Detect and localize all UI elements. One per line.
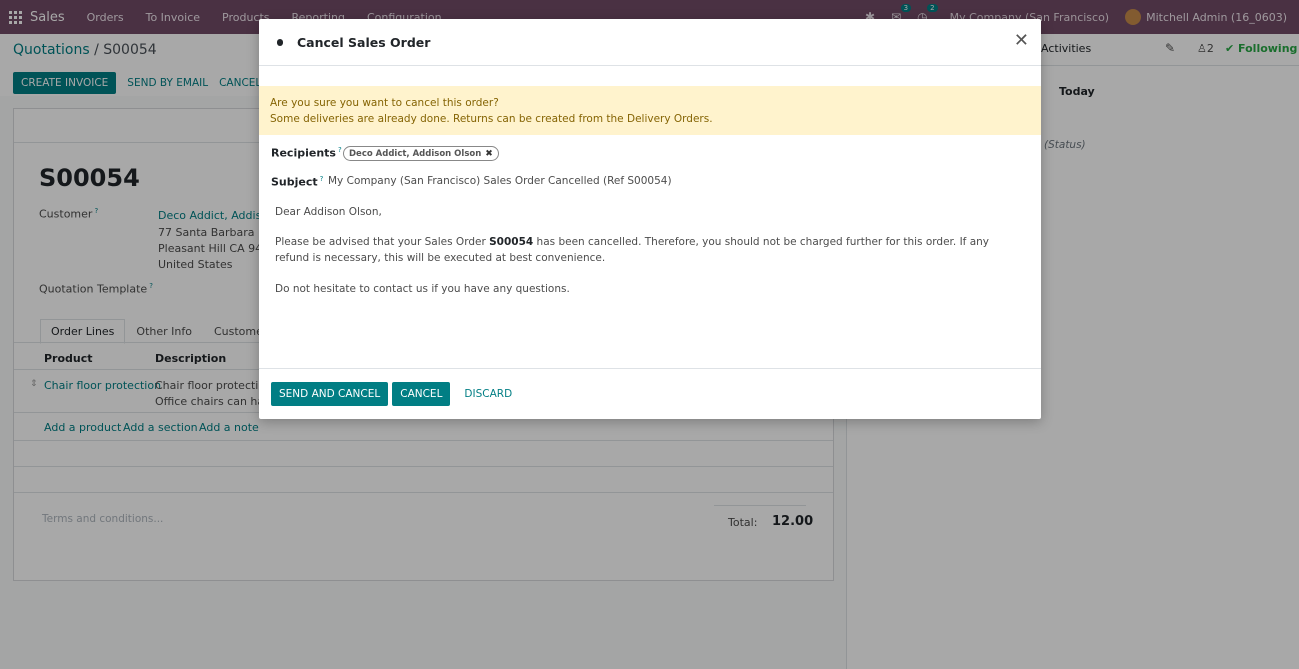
cancel-button[interactable]: Cancel bbox=[392, 382, 451, 406]
email-body[interactable]: Please be advised that your Sales Order … bbox=[275, 234, 1025, 266]
bug-icon[interactable] bbox=[275, 37, 285, 47]
alert-line-1: Are you sure you want to cancel this ord… bbox=[270, 97, 499, 109]
modal-footer: Send and Cancel Cancel Discard bbox=[259, 368, 1041, 419]
warning-alert: Are you sure you want to cancel this ord… bbox=[259, 86, 1041, 135]
send-and-cancel-button[interactable]: Send and Cancel bbox=[271, 382, 389, 406]
modal-header: Cancel Sales Order ✕ bbox=[259, 19, 1041, 66]
subject-label: Subject? bbox=[271, 175, 324, 189]
discard-button[interactable]: Discard bbox=[464, 388, 512, 400]
alert-line-2: Some deliveries are already done. Return… bbox=[270, 113, 713, 125]
close-icon[interactable]: ✕ bbox=[1014, 32, 1029, 50]
email-greeting[interactable]: Dear Addison Olson, bbox=[275, 204, 1025, 220]
recipient-tag[interactable]: Deco Addict, Addison Olson ✖ bbox=[343, 146, 499, 161]
modal-title: Cancel Sales Order bbox=[297, 34, 431, 50]
subject-field[interactable]: My Company (San Francisco) Sales Order C… bbox=[328, 175, 672, 187]
email-closing[interactable]: Do not hesitate to contact us if you hav… bbox=[275, 281, 1025, 297]
remove-tag-icon[interactable]: ✖ bbox=[485, 149, 493, 159]
cancel-order-dialog: Cancel Sales Order ✕ Are you sure you wa… bbox=[259, 19, 1041, 419]
recipients-label: Recipients? bbox=[271, 146, 342, 160]
